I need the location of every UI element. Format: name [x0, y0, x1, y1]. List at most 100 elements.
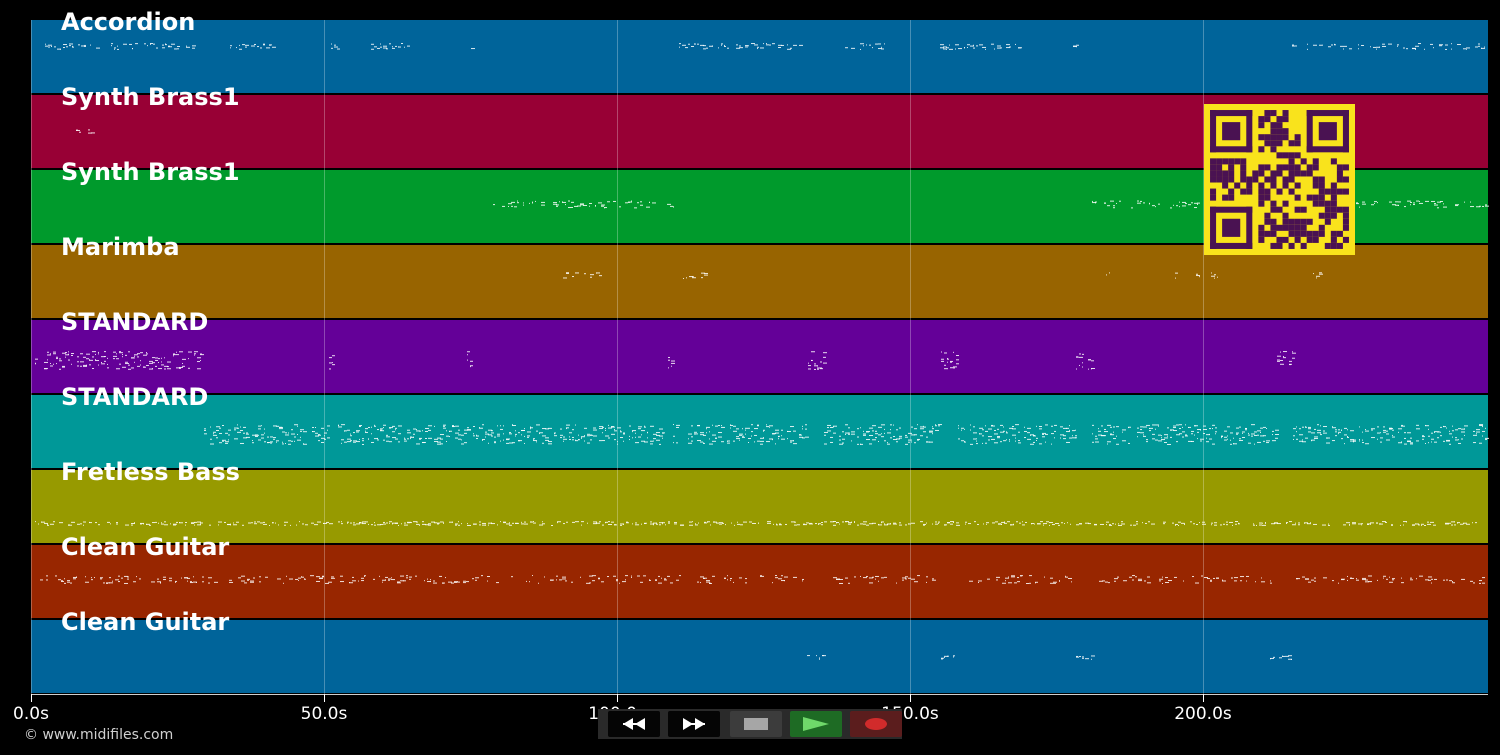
- note-mark: [958, 48, 962, 50]
- qr-module: [1222, 170, 1229, 177]
- qr-module: [1300, 224, 1307, 231]
- note-mark: [437, 441, 441, 443]
- note-mark: [644, 426, 646, 428]
- note-mark: [733, 581, 734, 583]
- note-mark: [1326, 442, 1330, 444]
- note-mark: [793, 443, 797, 445]
- note-mark: [899, 427, 901, 429]
- qr-module: [1270, 170, 1277, 177]
- note-mark: [133, 581, 136, 583]
- note-mark: [929, 430, 933, 432]
- note-mark: [1163, 521, 1166, 523]
- stop-button[interactable]: [730, 711, 782, 737]
- note-mark: [1419, 200, 1420, 202]
- note-mark: [644, 425, 645, 427]
- note-mark: [503, 425, 504, 427]
- note-mark: [1173, 204, 1174, 206]
- note-mark: [1014, 575, 1015, 577]
- note-mark: [1479, 425, 1483, 427]
- note-mark: [294, 436, 296, 438]
- qr-module: [1210, 164, 1217, 171]
- note-mark: [1245, 427, 1247, 429]
- record-button[interactable]: [850, 711, 902, 737]
- note-mark: [1270, 580, 1271, 582]
- note-mark: [95, 359, 96, 361]
- note-mark: [263, 521, 265, 523]
- note-mark: [532, 575, 533, 577]
- note-mark: [1196, 273, 1198, 275]
- note-mark: [527, 436, 529, 438]
- note-mark: [1155, 424, 1159, 426]
- note-mark: [371, 433, 372, 435]
- note-mark: [602, 432, 603, 434]
- note-mark: [227, 524, 230, 526]
- qr-module: [1270, 176, 1277, 183]
- note-mark: [635, 436, 636, 438]
- note-mark: [584, 427, 587, 429]
- note-mark: [781, 435, 782, 437]
- note-mark: [98, 364, 99, 366]
- note-mark: [413, 433, 415, 435]
- note-mark: [1289, 364, 1291, 366]
- note-mark: [932, 426, 933, 428]
- note-mark: [318, 434, 320, 436]
- qr-module: [1318, 200, 1325, 207]
- qr-module: [1276, 224, 1283, 231]
- note-mark: [643, 575, 646, 577]
- note-mark: [734, 524, 735, 526]
- note-mark: [1292, 44, 1294, 46]
- note-mark: [1311, 432, 1315, 434]
- note-mark: [842, 442, 844, 444]
- note-mark: [1428, 435, 1430, 437]
- note-mark: [811, 351, 815, 353]
- note-mark: [55, 575, 57, 577]
- note-mark: [67, 580, 70, 582]
- note-mark: [473, 426, 475, 428]
- note-mark: [920, 426, 923, 428]
- note-mark: [1410, 577, 1412, 579]
- note-mark: [709, 582, 712, 584]
- note-mark: [1246, 580, 1247, 582]
- qr-module: [1258, 182, 1265, 189]
- note-mark: [608, 521, 610, 523]
- note-mark: [1182, 205, 1186, 207]
- note-mark: [1121, 521, 1123, 523]
- grid-line: [324, 20, 325, 694]
- note-mark: [703, 442, 705, 444]
- note-mark: [1344, 434, 1347, 436]
- note-mark: [388, 578, 391, 580]
- note-mark: [688, 433, 692, 435]
- note-mark: [1319, 272, 1322, 274]
- note-mark: [584, 440, 585, 442]
- note-mark: [650, 440, 653, 442]
- qr-module: [1288, 230, 1295, 237]
- note-mark: [629, 425, 631, 427]
- note-mark: [1437, 207, 1439, 209]
- note-mark: [1419, 575, 1423, 577]
- fast-forward-button[interactable]: [668, 711, 720, 737]
- note-mark: [524, 523, 528, 525]
- note-mark: [821, 524, 823, 526]
- note-mark: [213, 434, 217, 436]
- note-mark: [973, 432, 977, 434]
- rewind-button[interactable]: [608, 711, 660, 737]
- note-mark: [946, 48, 947, 50]
- note-mark: [1159, 580, 1161, 582]
- note-mark: [1322, 524, 1326, 526]
- qr-module: [1312, 176, 1319, 183]
- note-mark: [712, 424, 713, 426]
- note-mark: [273, 438, 275, 440]
- note-mark: [893, 522, 896, 524]
- note-mark: [1132, 575, 1135, 577]
- note-mark: [1377, 432, 1380, 434]
- note-mark: [98, 351, 99, 353]
- note-mark: [341, 424, 345, 426]
- note-mark: [884, 428, 885, 430]
- note-mark: [1224, 436, 1227, 438]
- qr-module: [1312, 194, 1319, 201]
- note-mark: [932, 578, 934, 580]
- note-mark: [1239, 438, 1241, 440]
- play-button[interactable]: [790, 711, 842, 737]
- note-mark: [44, 368, 47, 370]
- note-mark: [135, 43, 138, 45]
